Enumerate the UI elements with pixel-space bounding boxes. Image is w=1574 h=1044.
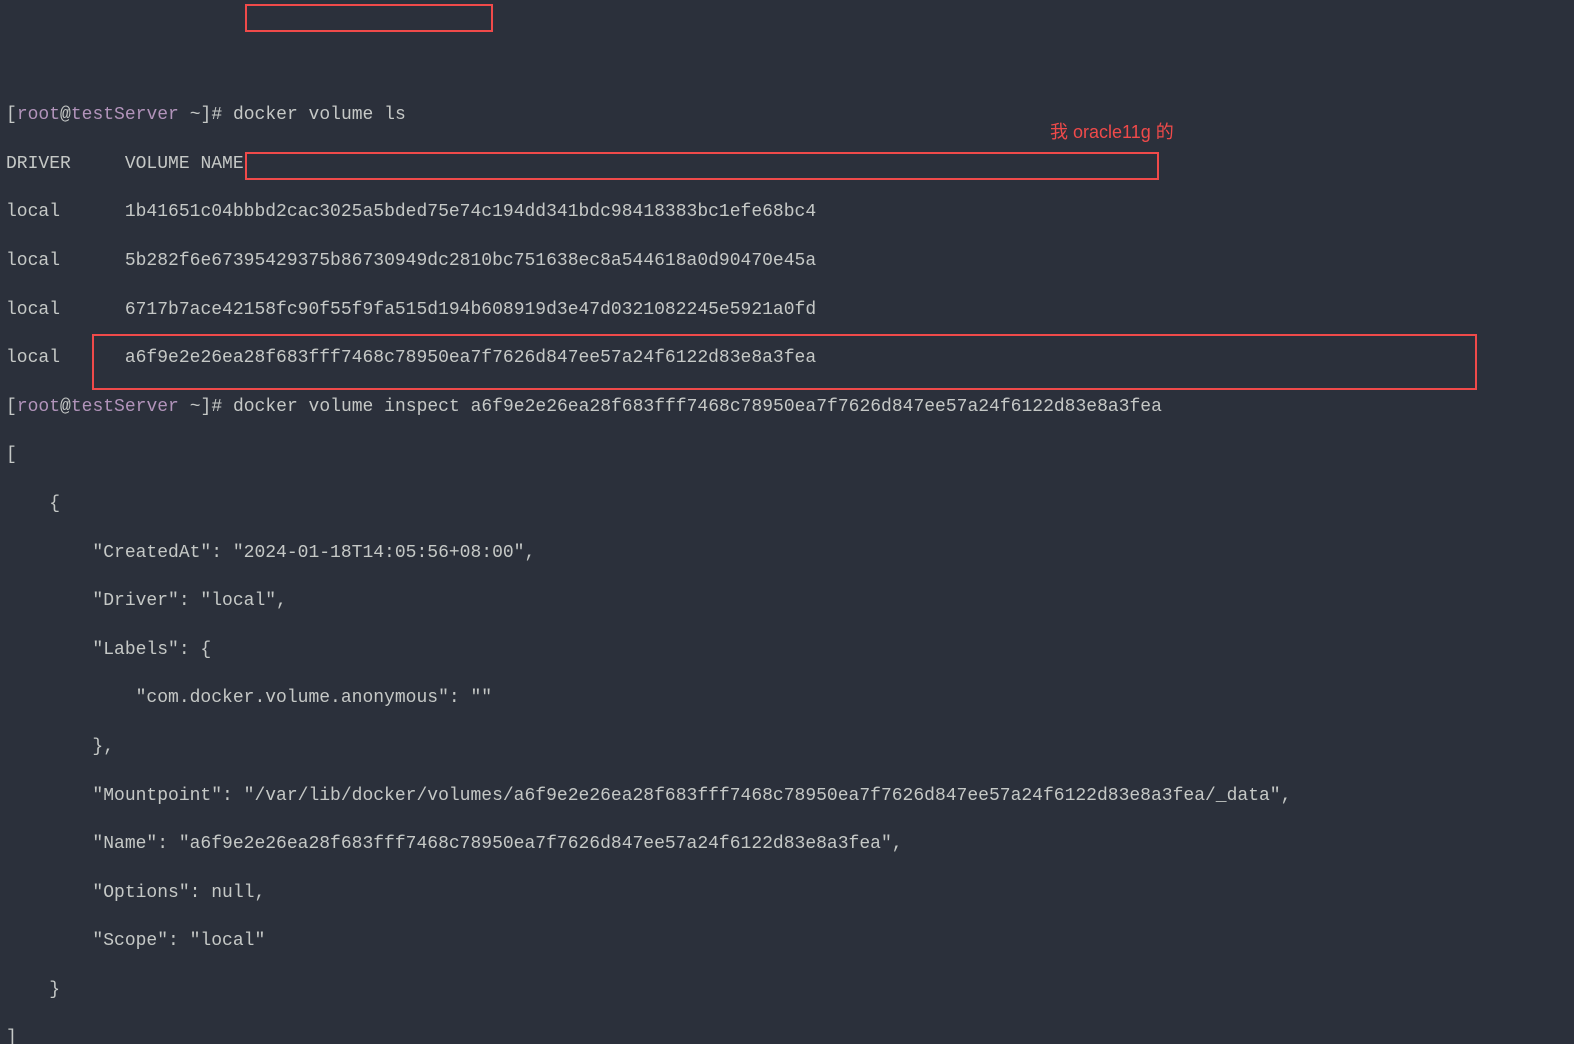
- bracket-close: ]: [201, 397, 212, 417]
- json-line-6: "com.docker.volume.anonymous": "": [6, 686, 1568, 710]
- json-line-3: "CreatedAt": "2024-01-18T14:05:56+08:00"…: [6, 541, 1568, 565]
- bracket-close: ]: [201, 105, 212, 125]
- space: [179, 397, 190, 417]
- vol-name: 5b282f6e67395429375b86730949dc2810bc7516…: [125, 251, 816, 271]
- bracket-open: [: [6, 397, 17, 417]
- bracket-open: [: [6, 105, 17, 125]
- json-line-11: "Scope": "local": [6, 929, 1568, 953]
- volume-row-0: local 1b41651c04bbbd2cac3025a5bded75e74c…: [6, 200, 1568, 224]
- highlight-box-cmd1: [245, 4, 493, 32]
- json-line-5: "Labels": {: [6, 638, 1568, 662]
- prompt-host: testServer: [71, 397, 179, 417]
- annotation-text: 我 oracle11g 的: [1050, 120, 1174, 144]
- space: [179, 105, 190, 125]
- vol-driver: local: [6, 251, 60, 271]
- at-sign: @: [60, 397, 71, 417]
- prompt-user: root: [17, 397, 60, 417]
- json-line-4: "Driver": "local",: [6, 589, 1568, 613]
- prompt-hash: #: [211, 105, 222, 125]
- prompt-line-1: [root@testServer ~]# docker volume ls: [6, 103, 1568, 127]
- json-line-12: }: [6, 978, 1568, 1002]
- prompt-line-2: [root@testServer ~]# docker volume inspe…: [6, 395, 1568, 419]
- header-driver: DRIVER: [6, 154, 71, 174]
- vol-name: 1b41651c04bbbd2cac3025a5bded75e74c194dd3…: [125, 202, 816, 222]
- prompt-path: ~: [190, 105, 201, 125]
- json-line-9: "Name": "a6f9e2e26ea28f683fff7468c78950e…: [6, 832, 1568, 856]
- vol-name: a6f9e2e26ea28f683fff7468c78950ea7f7626d8…: [125, 348, 816, 368]
- json-line-13: ]: [6, 1026, 1568, 1044]
- command-2: docker volume inspect a6f9e2e26ea28f683f…: [233, 397, 1162, 417]
- json-line-7: },: [6, 735, 1568, 759]
- table-header: DRIVER VOLUME NAME: [6, 152, 1568, 176]
- prompt-host: testServer: [71, 105, 179, 125]
- header-volname: VOLUME NAME: [125, 154, 244, 174]
- vol-driver: local: [6, 202, 60, 222]
- prompt-path: ~: [190, 397, 201, 417]
- prompt-hash: #: [211, 397, 222, 417]
- at-sign: @: [60, 105, 71, 125]
- volume-row-2: local 6717b7ace42158fc90f55f9fa515d194b6…: [6, 298, 1568, 322]
- vol-driver: local: [6, 300, 60, 320]
- json-line-10: "Options": null,: [6, 881, 1568, 905]
- vol-name: 6717b7ace42158fc90f55f9fa515d194b608919d…: [125, 300, 816, 320]
- json-line-8: "Mountpoint": "/var/lib/docker/volumes/a…: [6, 784, 1568, 808]
- json-line-2: {: [6, 492, 1568, 516]
- volume-row-1: local 5b282f6e67395429375b86730949dc2810…: [6, 249, 1568, 273]
- json-line-1: [: [6, 443, 1568, 467]
- prompt-user: root: [17, 105, 60, 125]
- command-1: docker volume ls: [233, 105, 406, 125]
- vol-driver: local: [6, 348, 60, 368]
- volume-row-3: local a6f9e2e26ea28f683fff7468c78950ea7f…: [6, 346, 1568, 370]
